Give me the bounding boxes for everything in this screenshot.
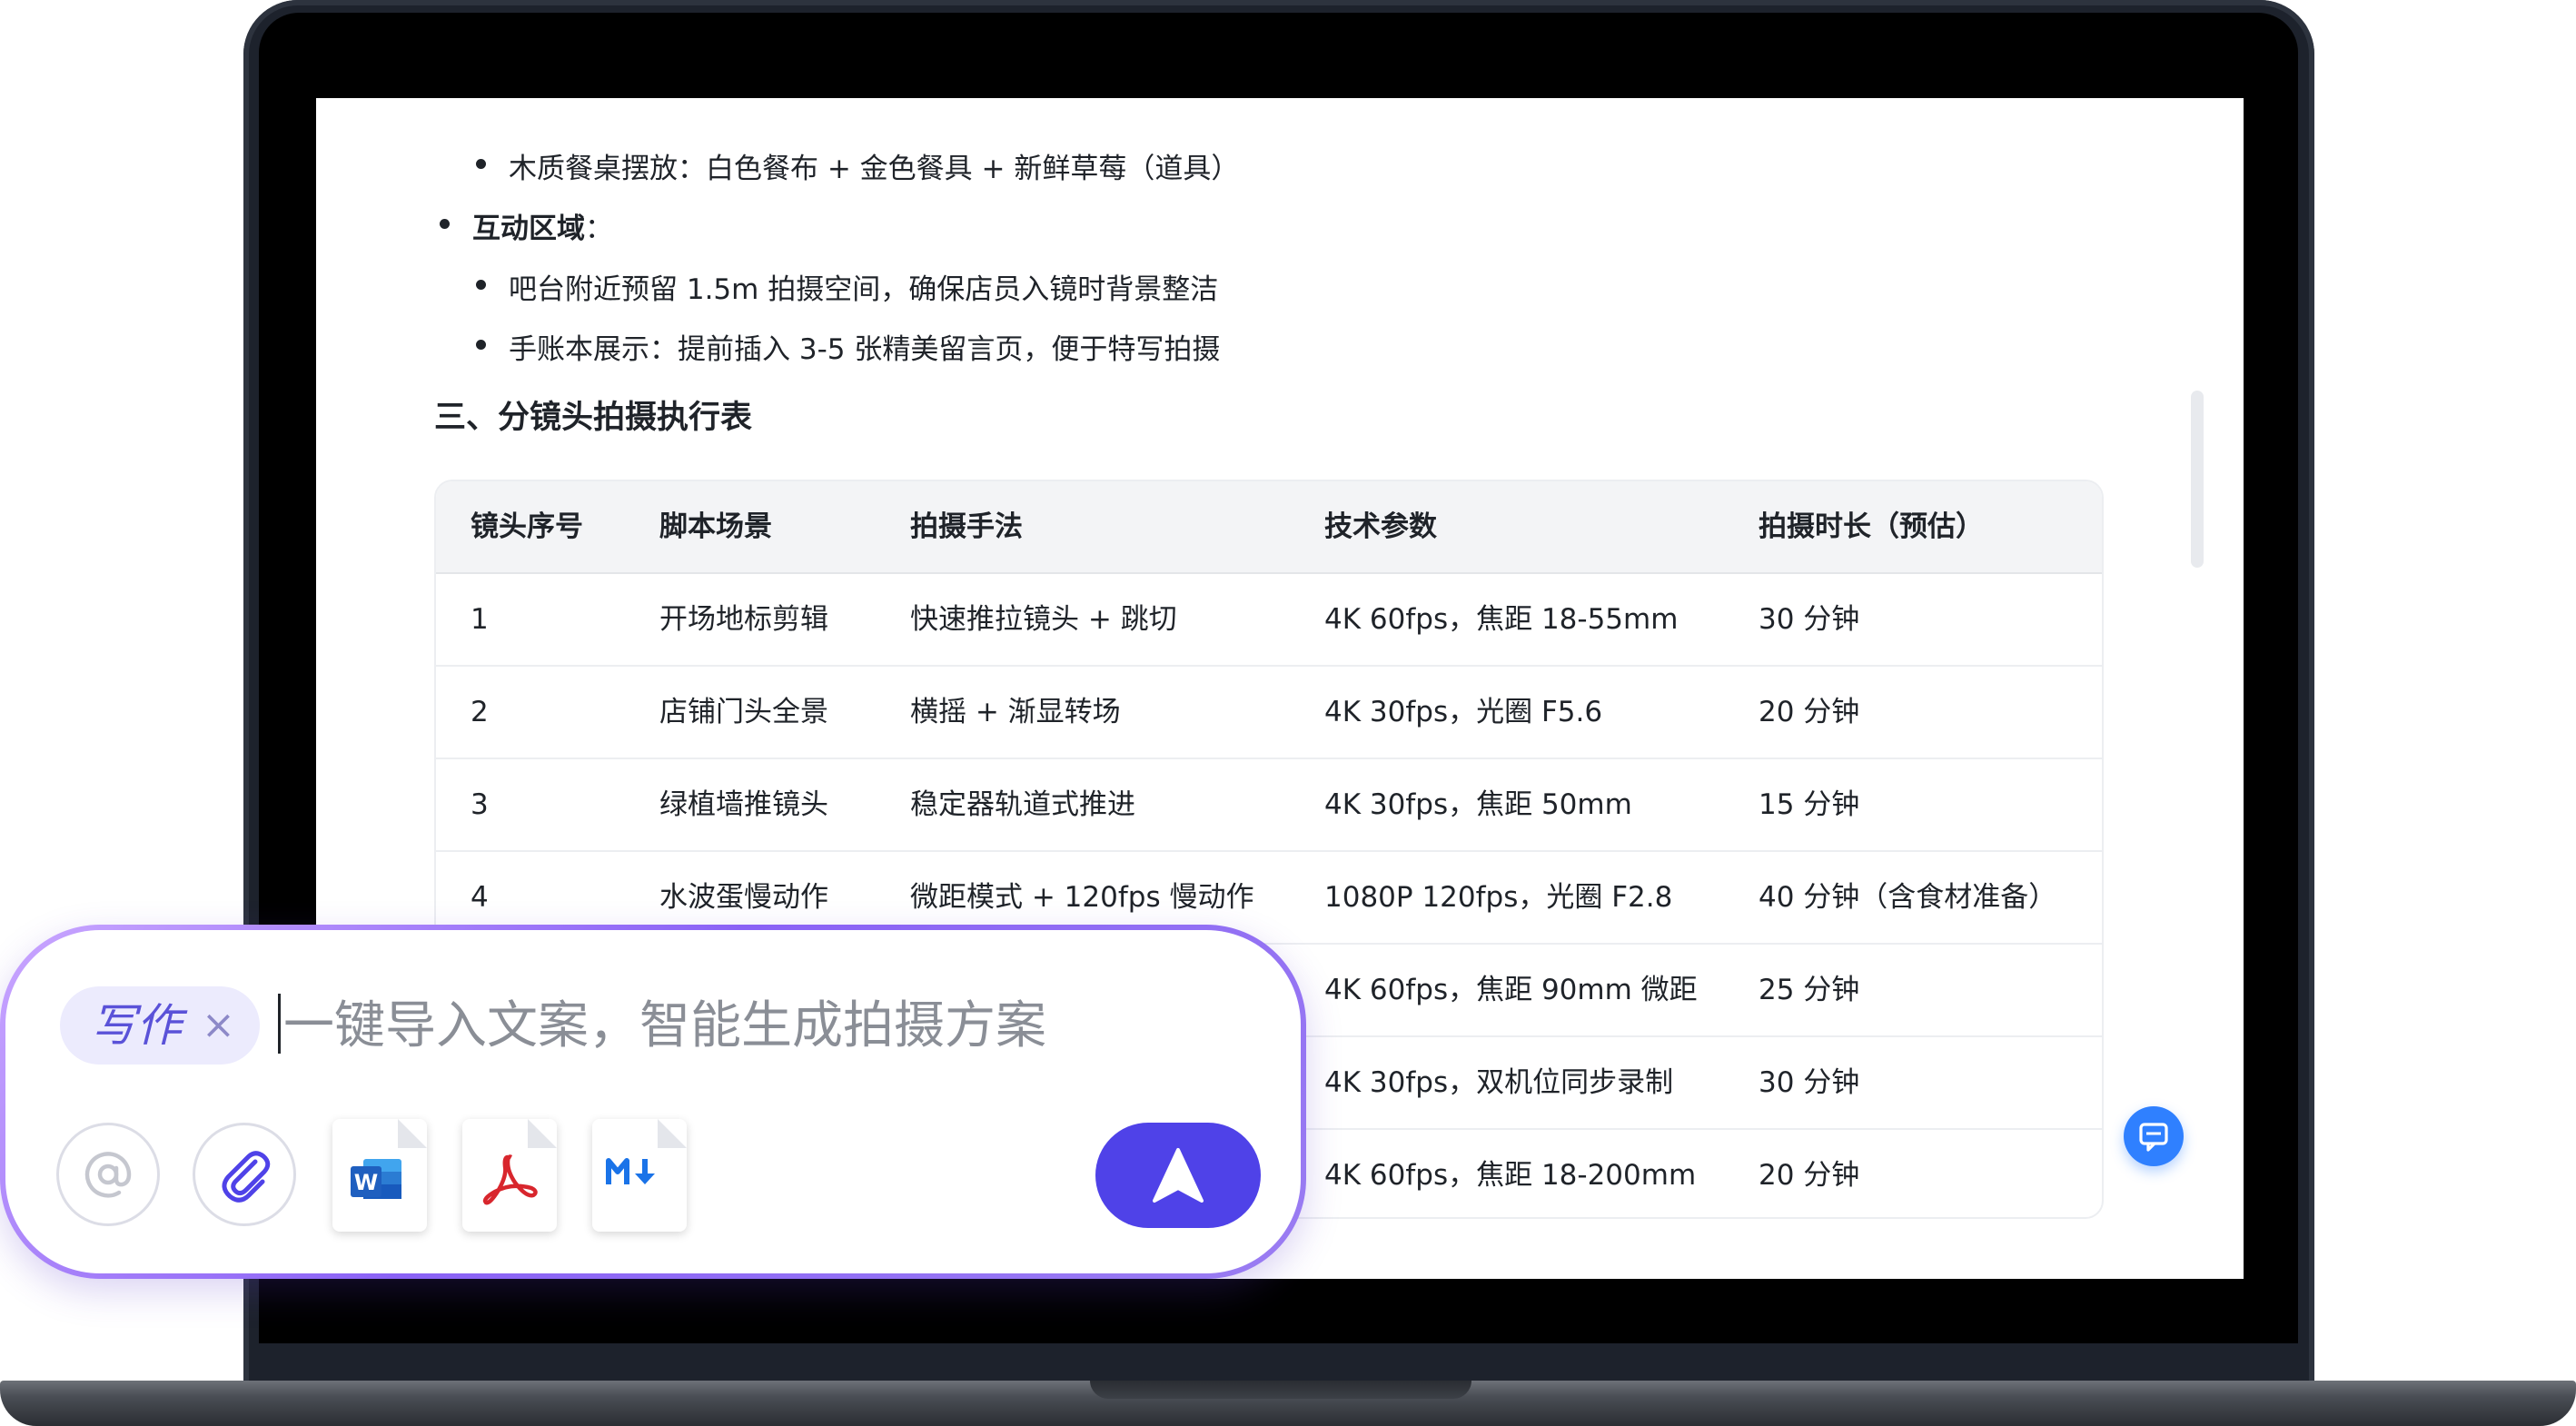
markdown-file-icon <box>592 1119 687 1235</box>
header-scene: 脚本场景 <box>659 510 772 543</box>
cell-scene: 店铺门头全景 <box>659 696 828 728</box>
interactive-area-title: 互动区域 <box>472 213 585 245</box>
cell-technique: 横摇 + 渐显转场 <box>910 696 1121 728</box>
word-file-icon: W <box>332 1119 427 1235</box>
cell-duration: 25 分钟 <box>1759 974 1860 1006</box>
svg-text:W: W <box>354 1170 378 1195</box>
cell-params: 4K 30fps，焦距 50mm <box>1324 788 1632 821</box>
word-file-button[interactable]: W <box>332 1119 427 1232</box>
bullet-bar-space: 吧台附近预留 1.5m 拍摄空间，确保店员入镜时背景整洁 <box>475 266 1218 307</box>
cell-params: 1080P 120fps，光圈 F2.8 <box>1324 881 1673 914</box>
header-tech-params: 技术参数 <box>1324 510 1437 543</box>
cell-params: 4K 60fps，焦距 18-200mm <box>1324 1159 1697 1192</box>
cell-number: 3 <box>471 788 489 821</box>
table-header-row: 镜头序号 脚本场景 拍摄手法 技术参数 拍摄时长（预估） <box>436 481 2102 574</box>
attach-button[interactable] <box>193 1123 296 1226</box>
prompt-composer: 写作 × 一键导入文案，智能生成拍摄方案 W <box>0 925 1306 1279</box>
table-row: 2 店铺门头全景 横摇 + 渐显转场 4K 30fps，光圈 F5.6 20 分… <box>436 667 2102 759</box>
cell-duration: 15 分钟 <box>1759 788 1860 821</box>
cell-scene: 绿植墙推镜头 <box>659 788 828 821</box>
header-technique: 拍摄手法 <box>910 510 1023 543</box>
cell-number: 2 <box>471 696 489 728</box>
close-icon[interactable]: × <box>202 986 235 1065</box>
text-caret <box>278 994 281 1054</box>
cell-number: 1 <box>471 603 489 636</box>
pdf-file-icon <box>462 1119 557 1235</box>
markdown-file-button[interactable] <box>592 1119 687 1232</box>
bullet-props: 木质餐桌摆放：白色餐布 + 金色餐具 + 新鲜草莓（道具） <box>475 145 1239 186</box>
cell-duration: 40 分钟（含食材准备） <box>1759 881 2057 914</box>
cell-scene: 开场地标剪辑 <box>659 603 828 636</box>
cell-params: 4K 30fps，双机位同步录制 <box>1324 1066 1674 1099</box>
table-row: 1 开场地标剪辑 快速推拉镜头 + 跳切 4K 60fps，焦距 18-55mm… <box>436 574 2102 667</box>
bullet-interactive-area: 互动区域： <box>440 205 613 246</box>
header-duration: 拍摄时长（预估） <box>1759 510 1984 543</box>
chat-bubble-icon <box>2124 1123 2184 1170</box>
cell-duration: 20 分钟 <box>1759 696 1860 728</box>
mention-button[interactable] <box>56 1123 160 1226</box>
cell-params: 4K 60fps，焦距 90mm 微距 <box>1324 974 1698 1006</box>
prompt-input[interactable] <box>283 986 1101 1065</box>
bullet-notebook: 手账本展示：提前插入 3-5 张精美留言页，便于特写拍摄 <box>475 326 1220 367</box>
section-title: 三、分镜头拍摄执行表 <box>434 400 753 436</box>
scrollbar[interactable] <box>2191 391 2204 568</box>
cell-duration: 30 分钟 <box>1759 603 1860 636</box>
cell-params: 4K 30fps，光圈 F5.6 <box>1324 696 1603 728</box>
pdf-file-button[interactable] <box>462 1119 557 1232</box>
chat-button[interactable] <box>2124 1106 2184 1166</box>
writing-tag-chip[interactable]: 写作 × <box>60 986 260 1065</box>
table-row: 3 绿植墙推镜头 稳定器轨道式推进 4K 30fps，焦距 50mm 15 分钟 <box>436 759 2102 852</box>
writing-tag-label: 写作 <box>91 999 182 1052</box>
cell-technique: 快速推拉镜头 + 跳切 <box>910 603 1177 636</box>
at-icon <box>59 1125 157 1227</box>
laptop-hinge-notch <box>1090 1381 1471 1399</box>
send-button[interactable] <box>1095 1123 1261 1228</box>
cell-duration: 30 分钟 <box>1759 1066 1860 1099</box>
send-arrow-icon <box>1095 1123 1261 1232</box>
cell-params: 4K 60fps，焦距 18-55mm <box>1324 603 1679 636</box>
paperclip-icon <box>195 1125 293 1227</box>
prompt-composer-inner: 写作 × 一键导入文案，智能生成拍摄方案 W <box>5 930 1301 1273</box>
header-shot-number: 镜头序号 <box>471 510 583 543</box>
cell-duration: 20 分钟 <box>1759 1159 1860 1192</box>
interactive-area-colon: ： <box>585 213 613 245</box>
cell-technique: 稳定器轨道式推进 <box>910 788 1135 821</box>
